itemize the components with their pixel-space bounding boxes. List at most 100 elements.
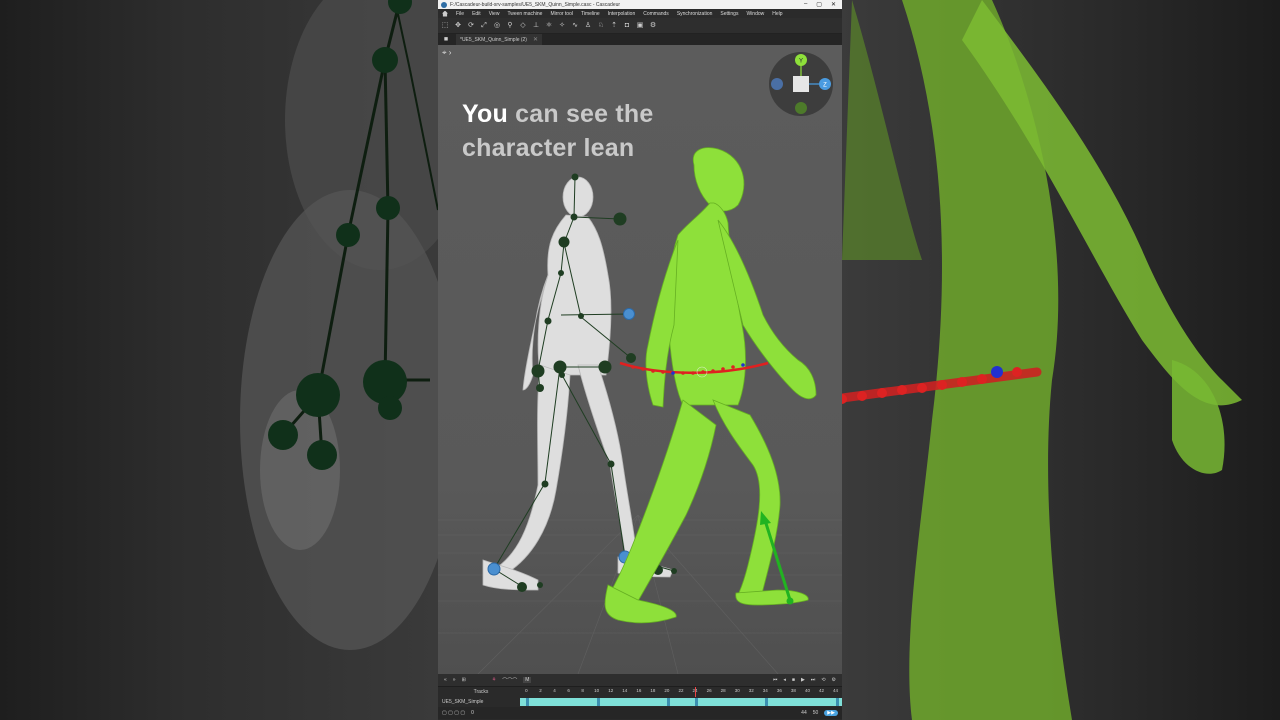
frame-ruler[interactable]: 0246810121416182022242628303234363840424… [520,687,842,697]
keyframe-track[interactable] [520,698,842,706]
ruler-tick-0: 0 [525,688,528,693]
neg-y-axis-handle [795,102,807,114]
settings-icon[interactable]: ⚙ [649,22,657,30]
tracks-label: Tracks [473,689,489,695]
interpolation-icon[interactable]: ∿ [571,22,579,30]
window-title: F:/Cascadeur-build-srv-samples/UE5_SKM_Q… [450,1,621,8]
view-cube-face [793,76,809,92]
layer-icons[interactable]: ▢ ▢ ▢ ▢ [442,710,465,716]
keyframe-marker[interactable] [765,698,769,706]
ruler-tick-6: 6 [567,688,570,693]
ruler-tick-28: 28 [720,688,726,693]
current-frame-field[interactable]: 0 [471,710,474,716]
menu-commands[interactable]: Commands [643,11,669,17]
ruler-tick-10: 10 [594,688,600,693]
home-icon[interactable] [442,10,448,17]
play-icon[interactable]: ▶ [801,677,805,683]
green-character [604,147,817,624]
ruler-tick-42: 42 [818,688,825,693]
pin-icon[interactable]: ⚲ [506,22,514,30]
ruler-tick-44: 44 [833,688,839,693]
video-caption: You can see the character lean [462,97,654,165]
ik-icon[interactable]: ◇ [519,22,527,30]
timeline-panel: « » ⊞ ⚘ ⌒⌒⌒ M ⏮ ◂ ■ ▶ ⏭ ⟲ ⚙ Tracks 0 2 4 6 8… [438,674,842,720]
y-axis-label: Y [799,59,803,65]
timeline-footer: ▢ ▢ ▢ ▢ 0 44 50 ▶▶ [438,707,842,719]
menu-bar: File Edit View Tween machine Mirror tool… [438,9,842,18]
playhead[interactable] [695,687,697,697]
menu-mirror-tool[interactable]: Mirror tool [550,11,573,17]
keyframe-marker[interactable] [526,698,530,706]
run-icon[interactable]: ♘ [597,22,605,30]
prev-marker-icon[interactable]: « [444,677,447,683]
ruler-tick-8: 8 [581,688,584,693]
stop-icon[interactable]: ■ [792,677,795,683]
ruler-tick-22: 22 [678,688,684,693]
menu-window[interactable]: Window [746,11,764,17]
pivot-icon[interactable]: ◎ [493,22,501,30]
view-cube-gizmo[interactable]: Y Z [768,51,834,117]
menu-timeline[interactable]: Timeline [581,11,600,17]
track-object-label[interactable]: UE5_SKM_Simple [438,699,520,705]
ruler-tick-40: 40 [804,688,810,693]
ruler-tick-36: 36 [776,688,782,693]
menu-edit[interactable]: Edit [472,11,481,17]
go-end-icon[interactable]: ⏭ [811,677,816,683]
neg-z-axis-handle [771,78,783,90]
timeline-toolbar: « » ⊞ ⚘ ⌒⌒⌒ M ⏮ ◂ ■ ▶ ⏭ ⟲ ⚙ [438,674,842,687]
keyframe-marker[interactable] [596,698,600,706]
end-frame-field[interactable]: 44 [801,710,807,716]
interpolation-curves-icon[interactable]: ⌒⌒⌒ [502,677,517,684]
tab-close-icon[interactable]: ✕ [533,36,538,43]
prev-key-icon[interactable]: ◂ [783,677,786,683]
loop-icon[interactable]: ⟲ [821,677,825,683]
move-icon[interactable]: ✥ [454,22,462,30]
tab-label: *UE5_SKM_Quinn_Simple (2) [460,36,527,43]
maximize-button[interactable]: ▢ [816,1,822,8]
timeline-ruler-row: Tracks 024681012141618202224262830323436… [438,687,842,697]
sync-toggle[interactable]: ▶▶ [824,710,838,716]
autopose-icon[interactable]: ✧ [558,22,566,30]
close-button[interactable]: ✕ [831,1,836,8]
minimize-button[interactable]: – [804,1,807,8]
go-start-icon[interactable]: ⏮ [773,677,778,683]
timeline-track-row: UE5_SKM_Simple [438,697,842,707]
walk-icon[interactable]: ♙ [584,22,592,30]
render-icon[interactable]: ▣ [636,22,644,30]
keyframe-marker[interactable] [695,698,699,706]
menu-view[interactable]: View [489,11,500,17]
left-backdrop-art [240,0,438,650]
fulcrum-icon[interactable]: ⊥ [532,22,540,30]
fps-field[interactable]: 50 [813,710,819,716]
mode-badge[interactable]: M [523,677,532,683]
left-backdrop [0,0,438,720]
keyframe-marker[interactable] [666,698,670,706]
tab-scene[interactable]: *UE5_SKM_Quinn_Simple (2) ✕ [456,34,543,45]
caption-highlight: You [462,100,508,128]
select-icon[interactable]: ⬚ [441,22,449,30]
menu-file[interactable]: File [456,11,464,17]
menu-synchronization[interactable]: Synchronization [677,11,713,17]
camera-icon[interactable]: ◘ [623,22,631,30]
physics-icon[interactable]: ⚛ [545,22,553,30]
frame-mode-icon[interactable]: ⊞ [462,677,466,683]
viewport-menu-icon[interactable]: ⌖ › [442,48,451,58]
ruler-tick-16: 16 [636,688,642,693]
key-types-icon[interactable]: ⚘ [492,677,496,683]
scene-icon: ■ [443,35,449,43]
jump-icon[interactable]: ⇡ [610,22,618,30]
ruler-tick-14: 14 [622,688,628,693]
right-backdrop-art [842,0,1242,720]
menu-interpolation[interactable]: Interpolation [608,11,636,17]
menu-help[interactable]: Help [772,11,782,17]
timeline-settings-icon[interactable]: ⚙ [832,677,836,683]
3d-viewport[interactable]: ⌖ › You can see the character lean Y Z [438,45,842,674]
keyframe-marker[interactable] [835,698,839,706]
ruler-tick-26: 26 [706,688,712,693]
menu-settings[interactable]: Settings [720,11,738,17]
next-marker-icon[interactable]: » [453,677,456,683]
menu-tween-machine[interactable]: Tween machine [507,11,542,17]
cascadeur-window: F:/Cascadeur-build-srv-samples/UE5_SKM_Q… [438,0,842,720]
rotate-icon[interactable]: ⟳ [467,22,475,30]
scale-icon[interactable]: ⤢ [480,22,488,30]
